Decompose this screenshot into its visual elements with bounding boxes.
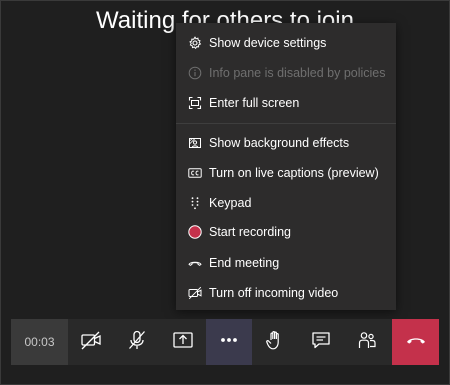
hangup-icon [405,329,427,356]
fullscreen-icon [188,96,202,110]
more-actions-menu: Show device settings Info pane is disabl… [176,23,396,310]
menu-item-turn-on-live-captions[interactable]: Turn on live captions (preview) [176,158,396,188]
menu-item-enter-full-screen[interactable]: Enter full screen [176,88,396,118]
share-tray-icon [172,329,194,356]
raise-hand-button[interactable] [252,319,298,365]
share-content-button[interactable] [160,319,206,365]
menu-item-show-background-effects[interactable]: Show background effects [176,128,396,158]
menu-item-label: Show background effects [209,136,350,150]
background-effects-icon [188,136,202,150]
participants-icon [356,329,378,356]
menu-item-keypad[interactable]: Keypad [176,188,396,218]
camera-off-icon [80,329,102,356]
menu-separator [176,123,396,124]
camera-toggle-button[interactable] [68,319,114,365]
call-timer: 00:03 [11,319,68,365]
menu-item-info-pane-disabled: Info pane is disabled by policies [176,58,396,88]
menu-item-label: Info pane is disabled by policies [209,66,386,80]
captions-icon [188,166,202,180]
video-off-icon [188,286,202,300]
show-participants-button[interactable] [344,319,390,365]
menu-item-label: Turn on live captions (preview) [209,166,379,180]
info-icon [188,66,202,80]
menu-item-label: Enter full screen [209,96,300,110]
menu-item-label: Turn off incoming video [209,286,339,300]
menu-item-label: Start recording [209,225,291,239]
gear-icon [188,36,202,50]
more-actions-button[interactable] [206,319,252,365]
show-conversation-button[interactable] [298,319,344,365]
meeting-toolbar: 00:03 [11,319,439,365]
menu-item-show-device-settings[interactable]: Show device settings [176,28,396,58]
more-icon [218,329,240,356]
hand-icon [264,329,286,356]
record-icon [188,225,202,239]
chat-icon [310,329,332,356]
menu-item-end-meeting[interactable]: End meeting [176,248,396,278]
menu-item-label: Show device settings [209,36,327,50]
menu-item-start-recording[interactable]: Start recording [176,217,396,247]
mic-off-icon [126,329,148,356]
mic-toggle-button[interactable] [114,319,160,365]
keypad-icon [188,196,202,210]
menu-item-turn-off-incoming-video[interactable]: Turn off incoming video [176,278,396,308]
end-meeting-icon [188,256,202,270]
menu-item-label: End meeting [209,256,280,270]
menu-item-label: Keypad [209,196,252,210]
hang-up-button[interactable] [392,319,439,365]
